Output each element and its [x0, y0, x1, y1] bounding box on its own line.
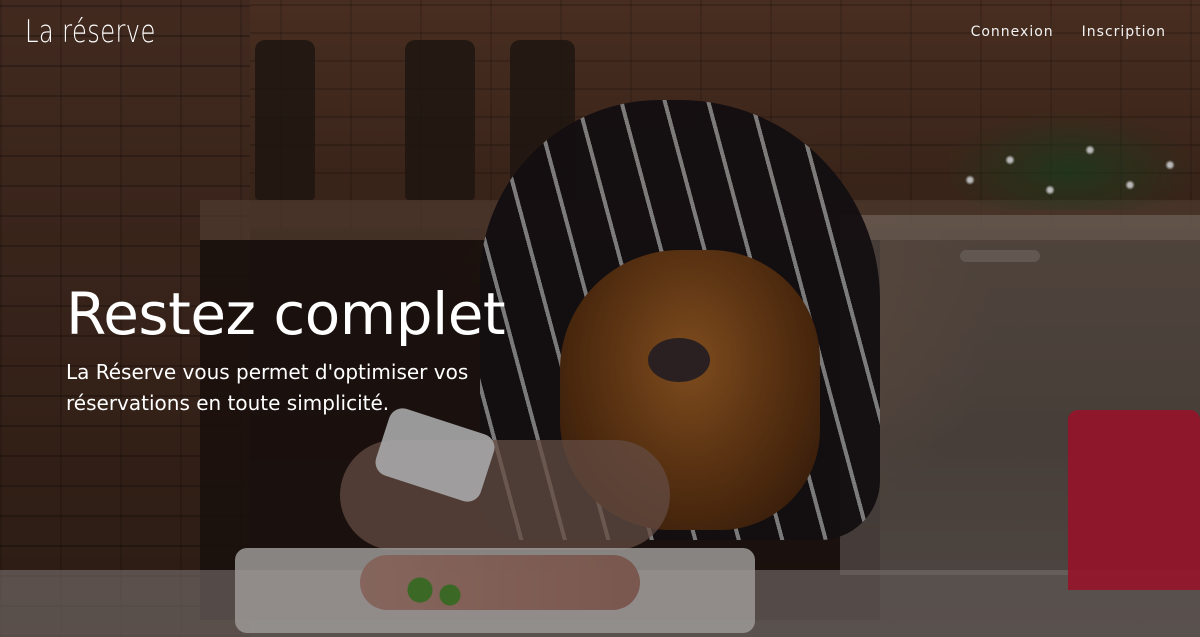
hero-subtitle: La Réserve vous permet d'optimiser vos r… — [66, 360, 469, 415]
nav-links: Connexion Inscription — [971, 24, 1166, 40]
login-link[interactable]: Connexion — [971, 24, 1054, 40]
top-navigation: La réserve Connexion Inscription — [0, 0, 1200, 70]
signup-link[interactable]: Inscription — [1082, 24, 1166, 40]
hero-title: Restez complet — [66, 280, 506, 348]
brand-logo[interactable]: La réserve — [25, 14, 156, 50]
